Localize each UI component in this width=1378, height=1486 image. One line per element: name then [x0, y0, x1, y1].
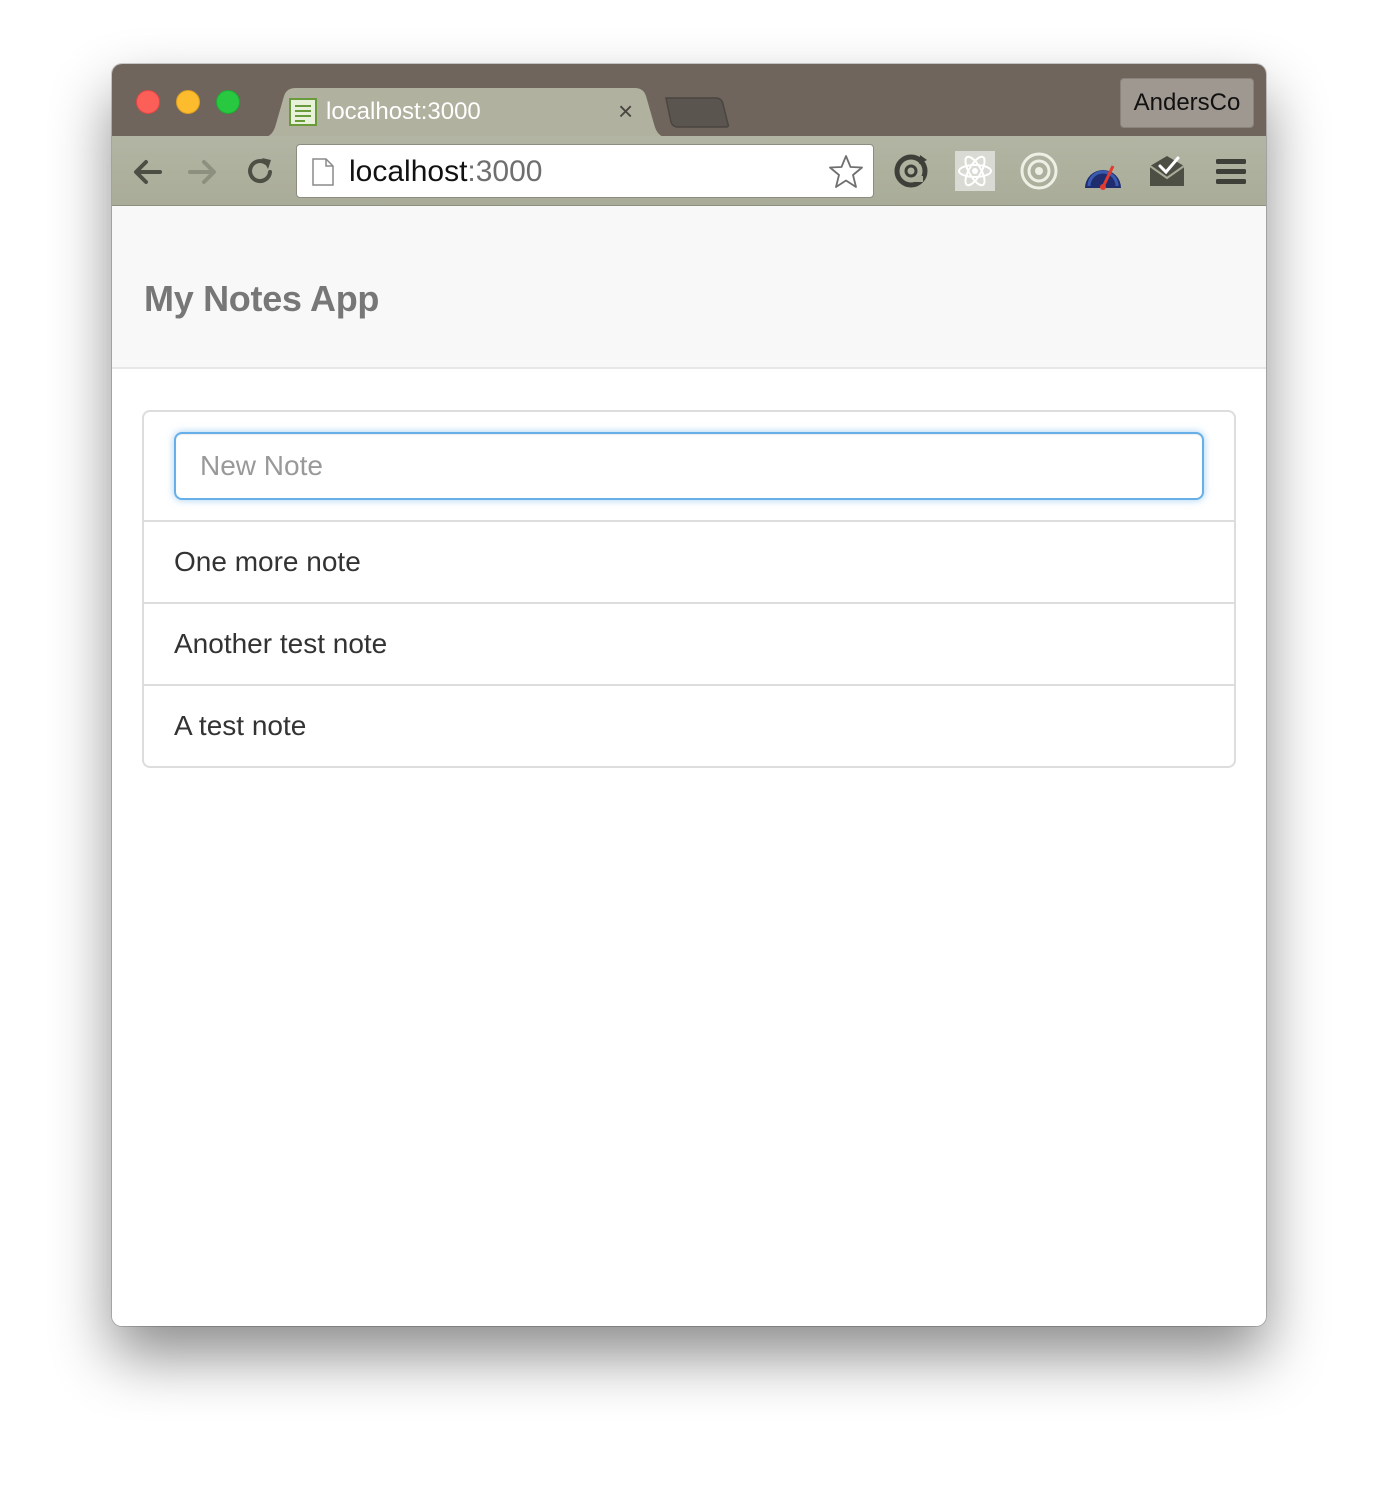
- close-window-button[interactable]: [136, 90, 160, 114]
- target-icon[interactable]: [1018, 150, 1060, 192]
- speedometer-icon[interactable]: [1082, 150, 1124, 192]
- new-note-input[interactable]: [174, 432, 1204, 500]
- tab-strip: localhost:3000 × AndersCo: [112, 64, 1266, 138]
- browser-window: localhost:3000 × AndersCo localhost:3000…: [112, 64, 1266, 1326]
- hamburger-menu-icon[interactable]: [1210, 150, 1252, 192]
- react-icon[interactable]: [954, 150, 996, 192]
- back-arrow-icon[interactable]: [128, 152, 168, 192]
- mail-check-icon[interactable]: [1146, 150, 1188, 192]
- address-url: localhost:3000: [349, 155, 542, 189]
- page-content: My Notes App One more note Another test …: [112, 206, 1266, 1326]
- app-brand[interactable]: My Notes App: [144, 278, 379, 320]
- note-item[interactable]: Another test note: [144, 604, 1234, 686]
- note-item[interactable]: One more note: [144, 522, 1234, 604]
- address-port: :3000: [467, 155, 543, 188]
- address-host: localhost: [349, 155, 468, 188]
- notes-favicon-icon: [288, 97, 318, 127]
- minimize-window-button[interactable]: [176, 90, 200, 114]
- new-note-row: [144, 412, 1234, 522]
- new-tab-button[interactable]: [664, 96, 732, 128]
- tab-close-icon[interactable]: ×: [618, 96, 633, 126]
- address-bar[interactable]: localhost:3000: [296, 144, 874, 198]
- browser-toolbar: localhost:3000: [112, 136, 1266, 206]
- reload-icon[interactable]: [240, 152, 280, 192]
- profile-button[interactable]: AndersCo: [1120, 78, 1254, 128]
- bookmark-star-icon[interactable]: [827, 153, 865, 191]
- sync-icon[interactable]: [890, 150, 932, 192]
- notes-list: One more note Another test note A test n…: [142, 410, 1236, 768]
- app-navbar: My Notes App: [112, 206, 1266, 369]
- tab-localhost[interactable]: localhost:3000 ×: [260, 88, 670, 138]
- note-item[interactable]: A test note: [144, 686, 1234, 766]
- page-icon: [311, 157, 335, 187]
- tab-title: localhost:3000: [326, 98, 481, 125]
- maximize-window-button[interactable]: [216, 90, 240, 114]
- forward-arrow-icon[interactable]: [182, 152, 222, 192]
